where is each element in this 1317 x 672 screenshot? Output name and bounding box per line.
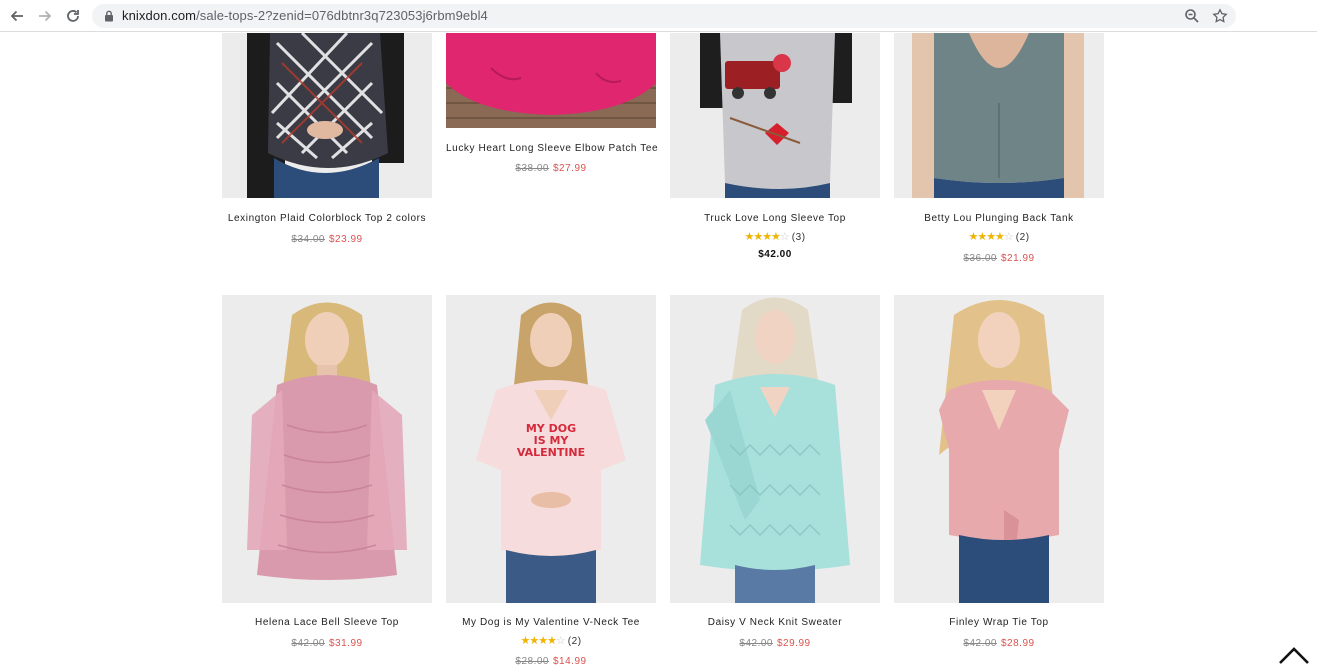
- url-text: knixdon.com/sale-tops-2?zenid=076dbtnr3q…: [122, 8, 488, 23]
- original-price: $42.00: [963, 638, 997, 649]
- product-price: $28.00 $14.99: [446, 656, 656, 667]
- rating-stars: ★★★★☆: [968, 231, 1013, 243]
- chevron-up-icon: [1279, 647, 1309, 664]
- product-name[interactable]: Daisy V Neck Knit Sweater: [670, 617, 880, 628]
- original-price: $42.00: [739, 638, 773, 649]
- product-image[interactable]: [894, 33, 1104, 198]
- sale-price: $27.99: [553, 163, 587, 174]
- address-bar[interactable]: knixdon.com/sale-tops-2?zenid=076dbtnr3q…: [92, 4, 1236, 28]
- back-to-top-button[interactable]: [1277, 644, 1311, 666]
- original-price: $34.00: [291, 234, 325, 245]
- sale-price: $23.99: [329, 234, 363, 245]
- product-grid: Lexington Plaid Colorblock Top 2 colors …: [0, 33, 1317, 672]
- sale-price: $28.99: [1001, 638, 1035, 649]
- product-name[interactable]: Finley Wrap Tie Top: [894, 617, 1104, 628]
- product-image[interactable]: [670, 295, 880, 603]
- forward-arrow-icon[interactable]: [35, 6, 55, 26]
- product-price: $42.00 $29.99: [670, 638, 880, 649]
- product-image[interactable]: MY DOG IS MY VALENTINE: [446, 295, 656, 603]
- browser-toolbar: knixdon.com/sale-tops-2?zenid=076dbtnr3q…: [0, 0, 1317, 32]
- product-price: $36.00 $21.99: [894, 253, 1104, 264]
- rating-count: (3): [791, 232, 806, 243]
- rating-count: (2): [567, 636, 582, 647]
- original-price: $42.00: [291, 638, 325, 649]
- sale-price: $14.99: [553, 656, 587, 667]
- reload-icon[interactable]: [63, 6, 83, 26]
- regular-price: $42.00: [758, 249, 792, 260]
- product-price: $42.00 $28.99: [894, 638, 1104, 649]
- product-price: $42.00 $31.99: [222, 638, 432, 649]
- product-name[interactable]: Truck Love Long Sleeve Top: [670, 213, 880, 224]
- sale-price: $21.99: [1001, 253, 1035, 264]
- product-price: $34.00 $23.99: [222, 234, 432, 245]
- rating-stars: ★★★★☆: [520, 635, 565, 647]
- zoom-icon[interactable]: [1184, 8, 1200, 24]
- product-name[interactable]: Lexington Plaid Colorblock Top 2 colors: [222, 213, 432, 224]
- product-image[interactable]: [446, 33, 656, 128]
- url-path: /sale-tops-2?zenid=076dbtnr3q723053j6rbm…: [196, 8, 488, 23]
- bookmark-star-icon[interactable]: [1212, 8, 1228, 24]
- product-name[interactable]: Betty Lou Plunging Back Tank: [894, 213, 1104, 224]
- sale-price: $29.99: [777, 638, 811, 649]
- product-price: $42.00: [670, 249, 880, 260]
- original-price: $38.00: [515, 163, 549, 174]
- product-name[interactable]: My Dog is My Valentine V-Neck Tee: [446, 617, 656, 628]
- rating-count: (2): [1015, 232, 1030, 243]
- original-price: $28.00: [515, 656, 549, 667]
- product-rating[interactable]: ★★★★☆ (3): [670, 230, 880, 243]
- product-image[interactable]: [222, 33, 432, 198]
- product-name[interactable]: Helena Lace Bell Sleeve Top: [222, 617, 432, 628]
- shirt-print: MY DOG IS MY VALENTINE: [501, 423, 601, 459]
- rating-stars: ★★★★☆: [744, 231, 789, 243]
- lock-icon: [105, 10, 113, 22]
- product-name[interactable]: Lucky Heart Long Sleeve Elbow Patch Tee: [446, 143, 658, 154]
- product-price: $38.00 $27.99: [446, 163, 656, 174]
- sale-price: $31.99: [329, 638, 363, 649]
- product-rating[interactable]: ★★★★☆ (2): [446, 634, 656, 647]
- product-image[interactable]: [670, 33, 880, 198]
- back-arrow-icon[interactable]: [7, 6, 27, 26]
- product-image[interactable]: [894, 295, 1104, 603]
- original-price: $36.00: [963, 253, 997, 264]
- product-rating[interactable]: ★★★★☆ (2): [894, 230, 1104, 243]
- product-image[interactable]: [222, 295, 432, 603]
- url-domain: knixdon.com: [122, 8, 197, 23]
- shirt-print-line: VALENTINE: [516, 446, 586, 459]
